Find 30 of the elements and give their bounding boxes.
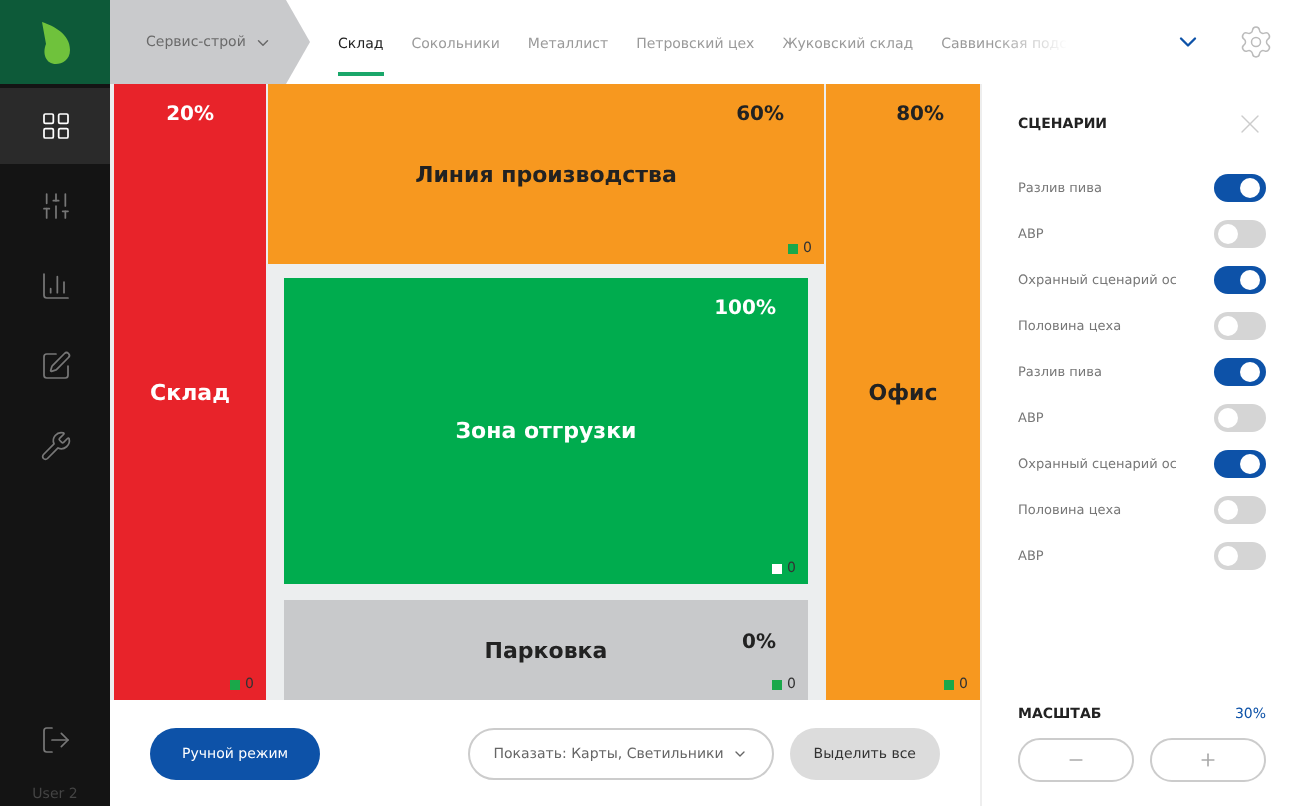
scenario-toggle[interactable] xyxy=(1214,403,1266,431)
scenario-toggle[interactable] xyxy=(1214,541,1266,569)
scenario-toggle[interactable] xyxy=(1214,219,1266,247)
status-icon xyxy=(771,563,782,573)
zone-percent: 20% xyxy=(166,104,214,126)
zone-name: Зона отгрузки xyxy=(455,418,637,444)
settings-icon[interactable] xyxy=(1238,24,1274,60)
scenario-toggle[interactable] xyxy=(1214,357,1266,385)
zone-name: Линия производства xyxy=(415,161,677,187)
scenario-toggle[interactable] xyxy=(1214,449,1266,477)
zone-percent: 0% xyxy=(742,632,776,654)
scenario-toggle[interactable] xyxy=(1214,265,1266,293)
zone-name: Склад xyxy=(150,379,230,405)
status-icon xyxy=(943,679,954,689)
plus-icon xyxy=(1198,750,1218,770)
status-icon xyxy=(787,243,798,253)
status-icon xyxy=(771,679,782,689)
scenario-toggle[interactable] xyxy=(1214,173,1266,201)
scenario-toggle[interactable] xyxy=(1214,311,1266,339)
zoom-in-button[interactable] xyxy=(1150,738,1266,782)
status-icon xyxy=(229,679,240,689)
zone-name: Парковка xyxy=(484,637,608,663)
zone-percent: 60% xyxy=(736,104,784,126)
zoom-out-button[interactable] xyxy=(1018,738,1134,782)
zone-name: Офис xyxy=(868,379,938,405)
zone-percent: 100% xyxy=(714,298,776,320)
scenario-toggle[interactable] xyxy=(1214,495,1266,523)
logo-icon xyxy=(37,18,73,66)
zone-percent: 80% xyxy=(896,104,944,126)
grid-icon[interactable] xyxy=(0,88,110,164)
